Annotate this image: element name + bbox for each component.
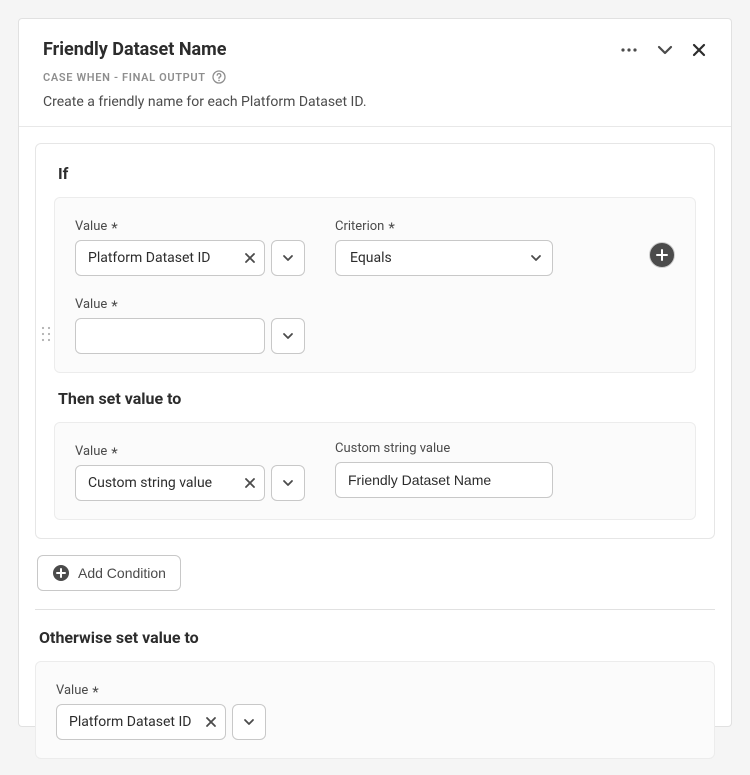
value1-combo: Platform Dataset ID (75, 240, 305, 276)
add-criterion-button[interactable] (649, 242, 675, 268)
otherwise-value-input[interactable]: Platform Dataset ID (56, 704, 226, 740)
page-title: Friendly Dataset Name (43, 39, 226, 60)
panel-actions (619, 40, 707, 60)
value2-input[interactable] (75, 318, 265, 354)
otherwise-value-label: Value* (56, 680, 694, 698)
divider (35, 609, 715, 610)
if-row-1: Value* Platform Dataset ID (75, 216, 675, 276)
drag-handle-icon[interactable] (41, 326, 51, 342)
if-heading: If (58, 164, 696, 183)
value1-input[interactable]: Platform Dataset ID (75, 240, 265, 276)
plus-circle-icon (52, 564, 70, 582)
if-then-section: If Value* Platform Dataset ID (35, 143, 715, 539)
close-icon[interactable] (691, 42, 707, 58)
collapse-icon[interactable] (657, 42, 673, 58)
then-value-input[interactable]: Custom string value (75, 465, 265, 501)
otherwise-box: Value* Platform Dataset ID (35, 661, 715, 759)
value2-group: Value* (75, 294, 305, 354)
clear-icon[interactable] (244, 252, 256, 264)
value1-label: Value* (75, 216, 305, 234)
custom-string-input[interactable] (335, 462, 553, 498)
panel-header-row: Friendly Dataset Name (43, 39, 707, 60)
value1-text: Platform Dataset ID (88, 250, 210, 266)
custom-string-label: Custom string value (335, 441, 553, 456)
otherwise-value-group: Value* Platform Dataset ID (56, 680, 694, 740)
clear-icon[interactable] (205, 716, 217, 728)
value2-dropdown-button[interactable] (271, 318, 305, 354)
panel-header: Friendly Dataset Name CASE WHEN - FINAL … (19, 19, 731, 127)
subtitle-text: CASE WHEN - FINAL OUTPUT (43, 71, 206, 84)
otherwise-value-text: Platform Dataset ID (69, 714, 191, 730)
if-row-2: Value* (75, 294, 675, 354)
panel-subtitle: CASE WHEN - FINAL OUTPUT (43, 70, 707, 84)
add-condition-button[interactable]: Add Condition (37, 555, 181, 591)
rule-builder-panel: Friendly Dataset Name CASE WHEN - FINAL … (18, 18, 732, 727)
custom-string-group: Custom string value (335, 441, 553, 498)
then-value-text: Custom string value (88, 475, 212, 491)
then-box: Value* Custom string value (54, 422, 696, 520)
help-icon[interactable] (212, 70, 226, 84)
criterion-select[interactable]: Equals (335, 240, 553, 276)
then-value-group: Value* Custom string value (75, 441, 305, 501)
add-condition-label: Add Condition (78, 565, 166, 581)
then-value-combo: Custom string value (75, 465, 305, 501)
otherwise-dropdown-button[interactable] (232, 704, 266, 740)
otherwise-heading: Otherwise set value to (39, 628, 715, 647)
value1-dropdown-button[interactable] (271, 240, 305, 276)
criterion-label: Criterion* (335, 216, 553, 234)
then-heading: Then set value to (58, 389, 696, 408)
then-row: Value* Custom string value (75, 441, 675, 501)
clear-icon[interactable] (244, 477, 256, 489)
panel-body: If Value* Platform Dataset ID (19, 127, 731, 775)
value2-label: Value* (75, 294, 305, 312)
criterion-group: Criterion* Equals (335, 216, 553, 276)
more-icon[interactable] (619, 40, 639, 60)
then-value-dropdown-button[interactable] (271, 465, 305, 501)
value2-combo (75, 318, 305, 354)
value1-group: Value* Platform Dataset ID (75, 216, 305, 276)
panel-description: Create a friendly name for each Platform… (43, 94, 707, 110)
otherwise-value-combo: Platform Dataset ID (56, 704, 694, 740)
then-value-label: Value* (75, 441, 305, 459)
chevron-down-icon (530, 252, 542, 264)
if-condition-box: Value* Platform Dataset ID (54, 197, 696, 373)
criterion-text: Equals (350, 250, 392, 266)
